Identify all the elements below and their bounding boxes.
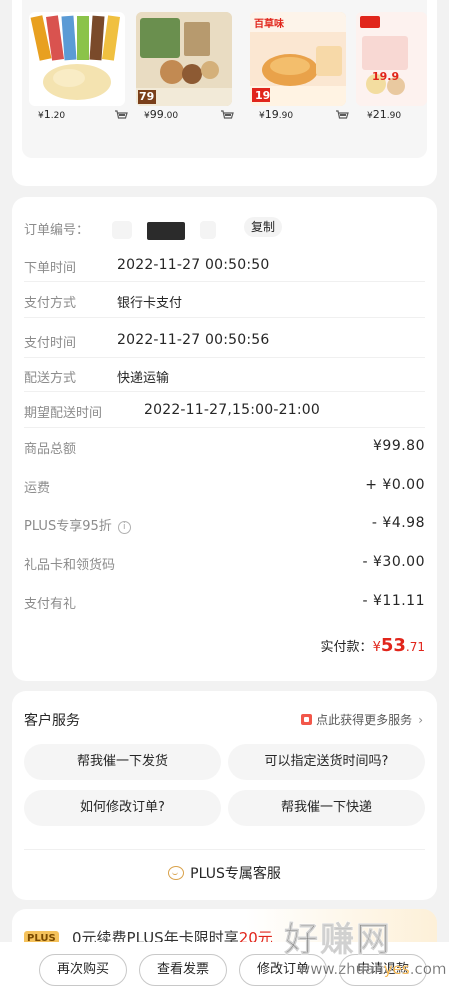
product-image-badge: 19.9	[372, 70, 400, 83]
bottom-action-bar: 再次购买 查看发票 修改订单 申请退款	[0, 942, 449, 1000]
view-invoice-button[interactable]: 查看发票	[139, 954, 227, 986]
plus-service-button[interactable]: PLUS专属客服	[12, 863, 437, 883]
pay-time-label: 支付时间	[24, 336, 77, 351]
apply-refund-button[interactable]: 申请退款	[339, 954, 427, 986]
pay-method-value: 银行卡支付	[117, 296, 183, 311]
brand-logo-text: 百草味	[254, 19, 284, 30]
product-price-2: ¥99.00	[144, 108, 179, 121]
pay-time-value: 2022-11-27 00:50:56	[117, 332, 270, 348]
shipping-value: + ¥0.00	[365, 477, 425, 493]
recommendations-card: ¥1.20 79 ¥99.00 百草味 19 ¥19.90 19.9 ¥21.9…	[12, 0, 437, 186]
divider	[24, 281, 425, 282]
ice-cream-product-image[interactable]	[29, 12, 125, 106]
product-card-2[interactable]: 79	[136, 12, 232, 106]
customer-service-card: 客户服务 点此获得更多服务 › 帮我催一下发货 可以指定送货时间吗? 如何修改订单…	[12, 691, 437, 900]
chat-icon	[168, 866, 185, 880]
product-price-1: ¥1.20	[38, 108, 66, 121]
product-image-badge: 19	[255, 89, 271, 102]
divider	[24, 849, 425, 850]
order-number-label: 订单编号：	[24, 223, 90, 238]
product-price-4: ¥21.90	[367, 108, 402, 121]
question-button-urge-shipping[interactable]: 帮我催一下发货	[24, 744, 221, 780]
pay-gift-value: - ¥11.11	[362, 593, 425, 609]
paid-amount-int: 53	[380, 635, 406, 656]
expected-delivery-value: 2022-11-27,15:00-21:00	[144, 402, 320, 418]
gift-card-value: - ¥30.00	[362, 554, 425, 570]
paid-total-label: 实付款：	[320, 640, 373, 655]
order-time-label: 下单时间	[24, 261, 77, 276]
croissant-product-image[interactable]: 百草味 19	[250, 12, 346, 106]
snack-pack-product-image[interactable]: 19.9	[356, 12, 427, 106]
cart-icon[interactable]	[335, 107, 349, 119]
pay-gift-label: 支付有礼	[24, 597, 77, 612]
divider	[24, 427, 425, 428]
paid-total: 实付款：¥53.71	[321, 635, 425, 656]
delivery-label: 配送方式	[24, 371, 77, 386]
paid-amount-dec: .71	[405, 640, 425, 654]
plus-discount-value: - ¥4.98	[371, 515, 425, 531]
order-number-mask	[200, 221, 216, 239]
delivery-value: 快递运输	[117, 371, 170, 386]
copy-button[interactable]: 复制	[244, 217, 283, 237]
info-icon[interactable]: i	[117, 521, 131, 534]
gift-icon	[301, 714, 313, 725]
product-price-3: ¥19.90	[259, 108, 294, 121]
product-card-1[interactable]	[29, 12, 125, 106]
product-card-4[interactable]: 19.9	[356, 12, 427, 106]
order-number-mask	[112, 221, 132, 239]
divider	[24, 357, 425, 358]
goods-total-value: ¥99.80	[373, 438, 425, 454]
order-info-card: 订单编号： 复制 下单时间 2022-11-27 00:50:50 支付方式 银…	[12, 197, 437, 681]
order-time-value: 2022-11-27 00:50:50	[117, 257, 270, 273]
goods-total-label: 商品总额	[24, 442, 77, 457]
more-services-link[interactable]: 点此获得更多服务 ›	[301, 711, 423, 728]
snack-gift-box-product-image[interactable]: 79	[136, 12, 232, 106]
order-number-redaction	[147, 222, 185, 240]
chevron-right-icon: ›	[418, 713, 423, 727]
cart-icon[interactable]	[220, 107, 234, 119]
product-image-badge: 79	[139, 90, 155, 103]
plus-discount-label: PLUS专享95折 i	[24, 515, 131, 534]
paid-currency: ¥	[372, 640, 381, 655]
question-button-delivery-time[interactable]: 可以指定送货时间吗?	[228, 744, 425, 780]
question-button-modify-order[interactable]: 如何修改订单?	[24, 790, 221, 826]
recommendations-strip: ¥1.20 79 ¥99.00 百草味 19 ¥19.90 19.9 ¥21.9…	[22, 0, 427, 158]
product-card-3[interactable]: 百草味 19	[250, 12, 346, 106]
modify-order-button[interactable]: 修改订单	[239, 954, 327, 986]
shipping-label: 运费	[24, 481, 51, 496]
pay-method-label: 支付方式	[24, 296, 77, 311]
question-button-urge-courier[interactable]: 帮我催一下快递	[228, 790, 425, 826]
divider	[24, 317, 425, 318]
customer-service-title: 客户服务	[24, 713, 80, 729]
gift-card-label: 礼品卡和领货码	[24, 558, 116, 573]
cart-icon[interactable]	[114, 107, 128, 119]
rebuy-button[interactable]: 再次购买	[39, 954, 127, 986]
expected-delivery-label: 期望配送时间	[24, 406, 103, 421]
divider	[24, 391, 425, 392]
